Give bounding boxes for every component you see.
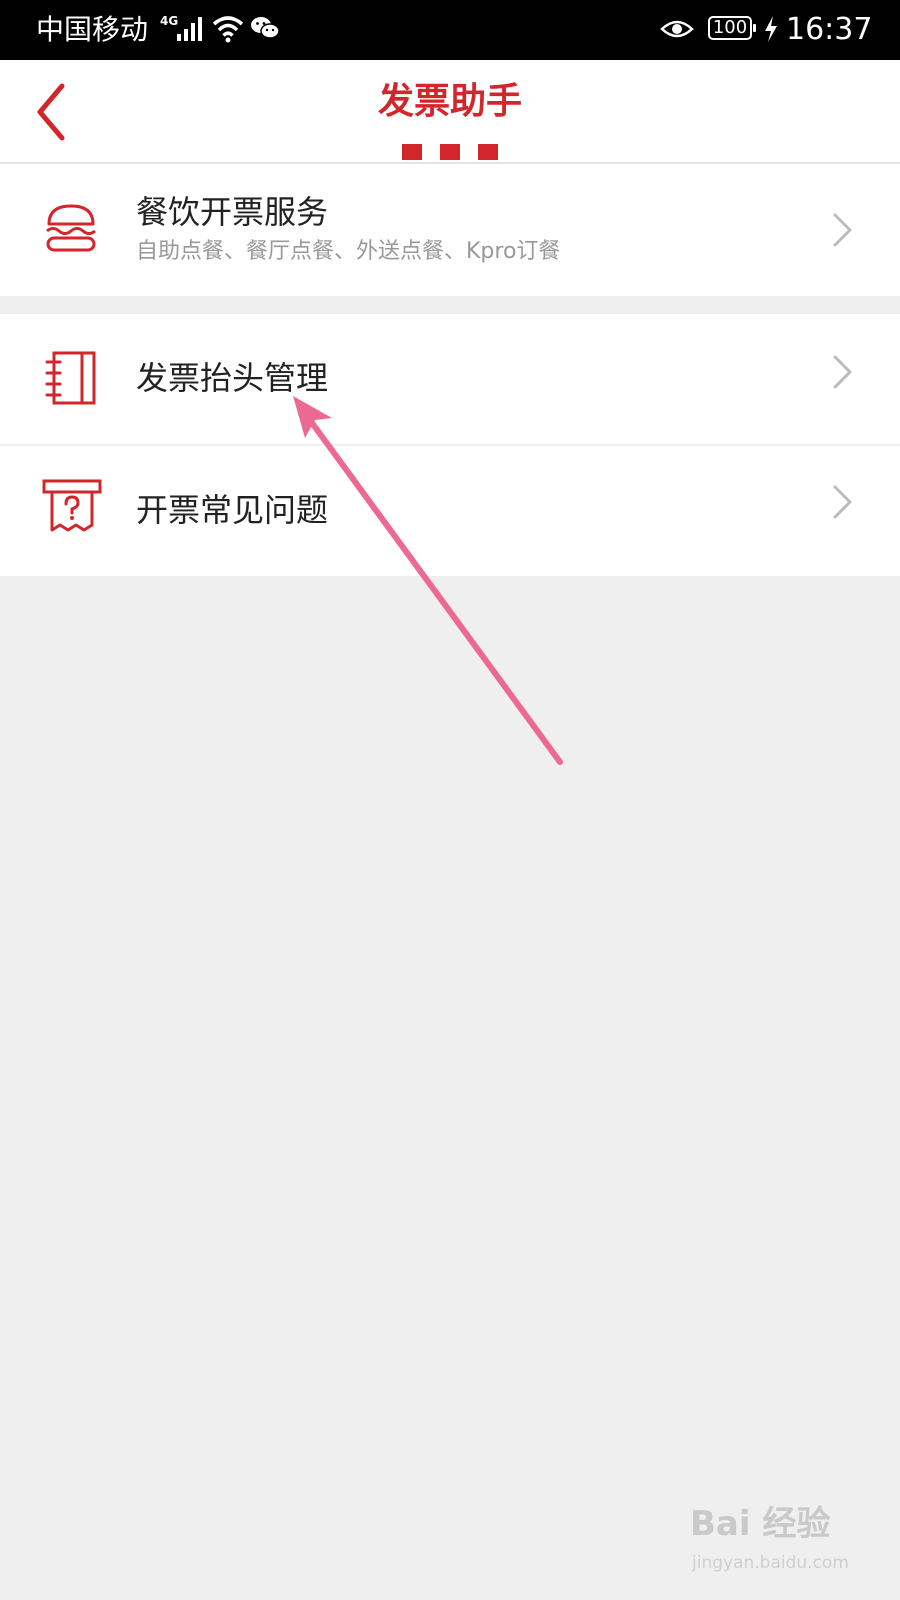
watermark-url: jingyan.baidu.com (692, 1553, 849, 1573)
wechat-icon (251, 17, 280, 39)
wifi-icon (212, 16, 244, 43)
chevron-right-icon (833, 485, 852, 519)
chevron-right-icon (833, 213, 852, 247)
page-title: 发票助手 (377, 81, 522, 122)
menu-item-label: 发票抬头管理 (136, 359, 329, 397)
food-service-card: 餐饮开票服务 自助点餐、餐厅点餐、外送点餐、Kpro订餐 (0, 164, 900, 296)
menu-item-label: 餐饮开票服务 (136, 193, 329, 231)
status-bar: 中国移动 4G 100 16:37 (0, 0, 900, 60)
carrier-name: 中国移动 (36, 13, 149, 46)
charging-icon (765, 16, 777, 42)
menu-item-subtitle: 自助点餐、餐厅点餐、外送点餐、Kpro订餐 (136, 239, 561, 264)
app-header: 发票助手 (0, 60, 900, 164)
menu-item-invoice-header[interactable]: 发票抬头管理 (0, 314, 900, 446)
clock: 16:37 (786, 12, 873, 47)
burger-icon (46, 204, 96, 252)
signal-icon (177, 17, 202, 41)
menu-item-label: 开票常见问题 (136, 491, 329, 529)
menu-item-food-invoice[interactable]: 餐饮开票服务 自助点餐、餐厅点餐、外送点餐、Kpro订餐 (0, 164, 900, 296)
receipt-question-icon (42, 479, 102, 532)
title-decoration (402, 144, 498, 160)
chevron-right-icon (833, 355, 852, 389)
baidu-jingyan-watermark: Bai 经验 jingyan.baidu.com (690, 1502, 880, 1582)
battery-indicator: 100 (708, 16, 756, 40)
watermark-brand: Bai 经验 (690, 1504, 831, 1544)
eye-comfort-icon (660, 20, 694, 38)
menu-item-invoice-faq[interactable]: 开票常见问题 (0, 446, 900, 576)
notebook-icon (45, 351, 96, 405)
invoice-tools-card: 发票抬头管理 开票常见问题 (0, 314, 900, 576)
